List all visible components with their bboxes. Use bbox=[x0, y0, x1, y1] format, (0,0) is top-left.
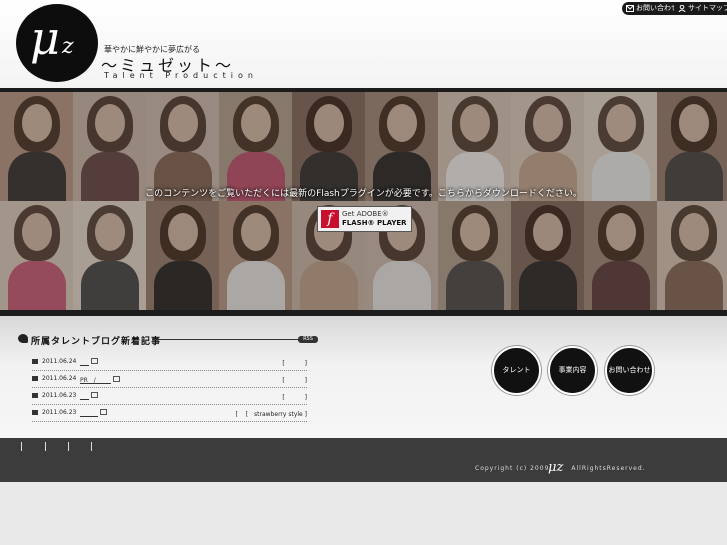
post-title-link[interactable]: ___ bbox=[80, 392, 98, 400]
blog-post-item[interactable]: 2011.06.24 PR / ___ [ ] bbox=[32, 373, 307, 388]
blog-post-item[interactable]: 2011.06.23 ___ [ ] bbox=[32, 390, 307, 405]
post-title-link[interactable]: PR / ___ bbox=[80, 375, 120, 384]
post-date: 2011.06.24 bbox=[42, 375, 77, 382]
blog-section-title: 所属タレントブログ新着記事 bbox=[31, 337, 162, 347]
footer-logo: μz bbox=[548, 460, 564, 475]
blog-title-divider bbox=[152, 339, 298, 340]
user-icon bbox=[678, 5, 686, 12]
post-title-text: PR / ___ bbox=[80, 377, 111, 384]
post-bullet-icon bbox=[32, 410, 38, 415]
blog-post-item[interactable]: 2011.06.23 ______ [ [ strawberry style ] bbox=[32, 407, 307, 422]
post-author: [ ] bbox=[282, 360, 307, 367]
sitemap-top-button[interactable]: サイトマップ bbox=[674, 2, 727, 15]
get-flash-player-button[interactable]: f Get ADOBE® FLASH® PLAYER bbox=[317, 206, 412, 232]
flash-logo-icon: f bbox=[321, 210, 339, 228]
page-bottom bbox=[0, 482, 727, 545]
post-title-link[interactable]: ___ bbox=[80, 358, 98, 366]
site-brand-subtitle: Talent Production bbox=[104, 71, 258, 80]
site-footer bbox=[0, 438, 727, 482]
post-title-text: ______ bbox=[80, 410, 98, 417]
copyright-tail: AllRightsReserved. bbox=[571, 465, 646, 472]
blog-post-item[interactable]: 2011.06.24 ___ [ ] bbox=[32, 356, 307, 371]
contact-top-label: お問い合わせ bbox=[636, 4, 678, 12]
footer-link-separator bbox=[68, 442, 69, 451]
post-bullet-icon bbox=[32, 376, 38, 381]
rss-button[interactable]: RSS bbox=[298, 336, 318, 343]
post-title-link[interactable]: ______ bbox=[80, 409, 107, 417]
mail-icon bbox=[626, 5, 634, 12]
logo-z-glyph: z bbox=[62, 34, 74, 59]
footer-link-separator bbox=[91, 442, 92, 451]
post-title-text: ___ bbox=[80, 359, 89, 366]
footer-link-separator bbox=[21, 442, 22, 451]
flash-required-message: このコンテンツをご覧いただくには最新のFlashプラグインが必要です。こちらから… bbox=[145, 189, 582, 199]
sitemap-top-label: サイトマップ bbox=[688, 4, 727, 12]
flash-badge-line2: FLASH® PLAYER bbox=[342, 219, 407, 227]
post-bullet-icon bbox=[32, 359, 38, 364]
nav-talent-button[interactable]: タレント bbox=[492, 346, 541, 395]
footer-link-separator bbox=[45, 442, 46, 451]
post-author: [ ] bbox=[282, 394, 307, 401]
post-date: 2011.06.24 bbox=[42, 358, 77, 365]
post-author: [ [ strawberry style ] bbox=[235, 411, 307, 418]
external-link-icon bbox=[112, 376, 120, 382]
external-link-icon bbox=[100, 409, 107, 415]
blog-bullet-icon bbox=[18, 334, 28, 343]
external-link-icon bbox=[91, 392, 98, 398]
site-header: μ z 華やかに鮮やかに夢広がる 〜ミュゼット〜 Talent Producti… bbox=[0, 0, 727, 88]
nav-business-button[interactable]: 事業内容 bbox=[548, 346, 597, 395]
post-title-text: ___ bbox=[80, 393, 89, 400]
copyright-lead: Copyright (c) 2009 bbox=[475, 465, 550, 472]
external-link-icon bbox=[91, 358, 98, 364]
post-date: 2011.06.23 bbox=[42, 392, 77, 399]
site-logo[interactable]: μ z bbox=[16, 4, 98, 82]
flash-hero-area: このコンテンツをご覧いただくには最新のFlashプラグインが必要です。こちらから… bbox=[0, 92, 727, 310]
logo-mu-glyph: μ bbox=[30, 11, 60, 65]
post-bullet-icon bbox=[32, 393, 38, 398]
post-author: [ ] bbox=[282, 377, 307, 384]
nav-contact-button[interactable]: お問い合わせ bbox=[605, 346, 654, 395]
hero-shade bbox=[0, 92, 727, 310]
flash-badge-line1: Get ADOBE® bbox=[342, 210, 389, 218]
post-date: 2011.06.23 bbox=[42, 409, 77, 416]
